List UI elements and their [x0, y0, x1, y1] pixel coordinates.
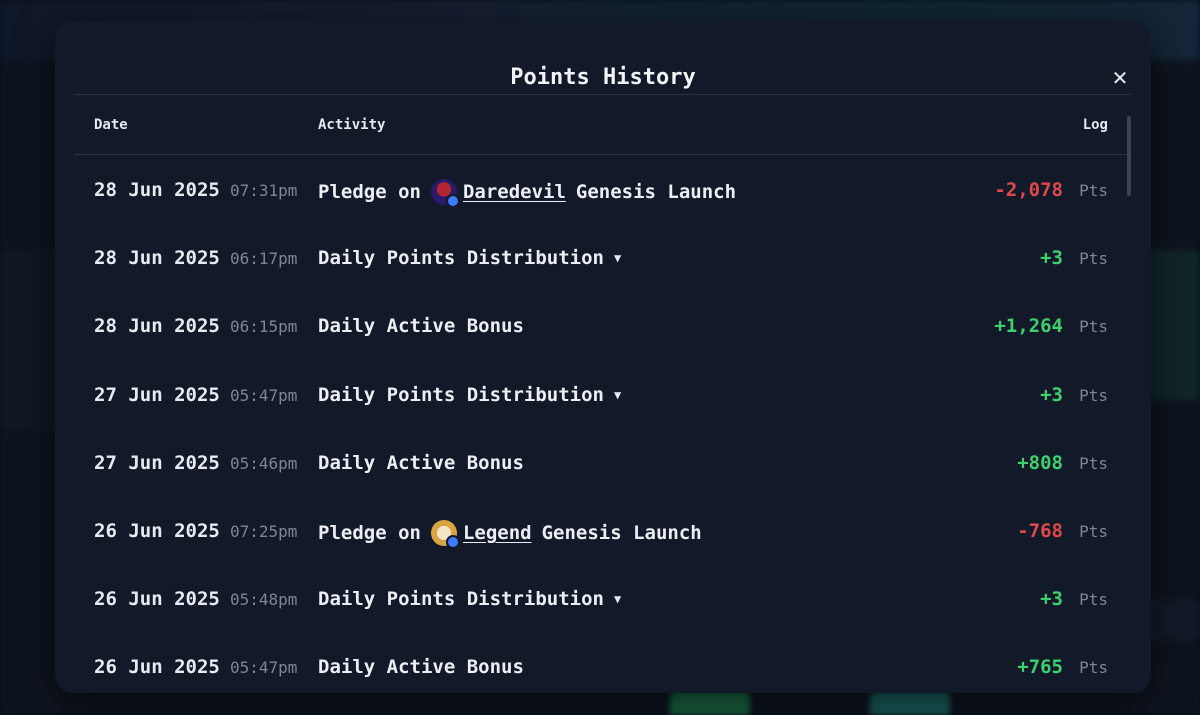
- table-row: 28 Jun 2025 06:17pm Daily Points Distribut…: [55, 223, 1151, 291]
- row-log-unit: Pts: [1079, 181, 1108, 200]
- chevron-down-icon[interactable]: ▼: [614, 592, 621, 606]
- legend-avatar: [430, 520, 460, 549]
- row-log-unit: Pts: [1079, 317, 1108, 337]
- row-time: 05:46pm: [230, 453, 298, 473]
- activity-label: Daily Points Distribution: [318, 383, 604, 406]
- row-time: 07:25pm: [230, 522, 298, 541]
- row-log-value: +765: [1017, 656, 1063, 679]
- row-activity[interactable]: Daily Points Distribution ▼: [318, 588, 621, 610]
- table-row: 26 Jun 2025 05:47pm Daily Active Bonus +765…: [55, 632, 1151, 693]
- table-row: 27 Jun 2025 05:47pm Daily Points Distribut…: [55, 360, 1151, 428]
- table-row: 26 Jun 2025 07:25pm Pledge on Legend Genesis…: [55, 496, 1151, 564]
- activity-prefix: Pledge on: [318, 181, 421, 203]
- daredevil-avatar: [430, 179, 460, 208]
- row-activity: Daily Active Bonus: [318, 315, 524, 337]
- row-time: 05:47pm: [230, 658, 298, 678]
- row-date: 27 Jun 2025: [94, 383, 220, 406]
- divider: [74, 94, 1132, 95]
- token-link[interactable]: Legend: [463, 522, 532, 544]
- activity-suffix: Genesis Launch: [541, 522, 702, 544]
- row-activity[interactable]: Daily Points Distribution ▼: [318, 384, 621, 406]
- table-row: 28 Jun 2025 06:15pm Daily Active Bonus +1,2…: [55, 291, 1151, 359]
- row-activity: Pledge on Daredevil Genesis Launch: [318, 179, 737, 208]
- row-log-value: +3: [1040, 383, 1063, 406]
- chevron-down-icon[interactable]: ▼: [614, 251, 621, 265]
- close-icon[interactable]: ✕: [1109, 67, 1131, 89]
- row-time: 06:17pm: [230, 249, 298, 269]
- row-time: 05:48pm: [230, 590, 298, 610]
- activity-label: Daily Active Bonus: [318, 451, 524, 474]
- column-header-date: Date: [94, 117, 128, 133]
- row-date: 28 Jun 2025: [94, 179, 220, 201]
- row-log-unit: Pts: [1079, 522, 1108, 541]
- row-log-unit: Pts: [1079, 658, 1108, 678]
- row-activity: Daily Active Bonus: [318, 452, 524, 474]
- verified-badge-icon: [445, 194, 460, 208]
- points-history-modal: Points History ✕ Date Activity Log 28 Ju…: [55, 21, 1151, 693]
- row-log-unit: Pts: [1079, 453, 1108, 473]
- column-header-log: Log: [1082, 117, 1108, 133]
- row-log-value: -2,078: [994, 179, 1063, 201]
- token-link[interactable]: Daredevil: [463, 181, 566, 203]
- activity-label: Daily Points Distribution: [318, 588, 604, 611]
- table-row: 28 Jun 2025 07:31pm Pledge on Daredevil Gene…: [55, 155, 1151, 223]
- activity-label: Daily Points Distribution: [318, 247, 604, 270]
- row-time: 07:31pm: [230, 181, 298, 200]
- row-log-unit: Pts: [1079, 385, 1108, 405]
- row-log-unit: Pts: [1079, 249, 1108, 269]
- row-activity: Daily Active Bonus: [318, 656, 524, 678]
- modal-title: Points History: [510, 65, 696, 90]
- row-date: 28 Jun 2025: [94, 247, 220, 270]
- row-time: 05:47pm: [230, 385, 298, 405]
- activity-suffix: Genesis Launch: [575, 181, 737, 203]
- row-log-value: -768: [1017, 520, 1063, 542]
- activity-label: Daily Active Bonus: [318, 315, 524, 338]
- column-header-activity: Activity: [318, 117, 386, 133]
- row-activity[interactable]: Daily Points Distribution ▼: [318, 247, 621, 269]
- row-date: 26 Jun 2025: [94, 520, 220, 542]
- row-date: 27 Jun 2025: [94, 451, 220, 474]
- row-date: 28 Jun 2025: [94, 315, 220, 338]
- row-date: 26 Jun 2025: [94, 588, 220, 611]
- activity-label: Daily Active Bonus: [318, 656, 524, 679]
- row-log-unit: Pts: [1079, 590, 1108, 610]
- table-row: 26 Jun 2025 05:48pm Daily Points Distribut…: [55, 564, 1151, 632]
- row-log-value: +808: [1017, 451, 1063, 474]
- chevron-down-icon[interactable]: ▼: [614, 388, 621, 402]
- row-activity: Pledge on Legend Genesis Launch: [318, 520, 702, 549]
- row-log-value: +3: [1040, 247, 1063, 270]
- row-log-value: +3: [1040, 588, 1063, 611]
- table-row: 27 Jun 2025 05:46pm Daily Active Bonus +808…: [55, 428, 1151, 496]
- row-time: 06:15pm: [230, 317, 298, 337]
- row-date: 26 Jun 2025: [94, 656, 220, 679]
- row-log-value: +1,264: [994, 315, 1063, 338]
- activity-prefix: Pledge on: [318, 522, 421, 544]
- verified-badge-icon: [445, 535, 460, 549]
